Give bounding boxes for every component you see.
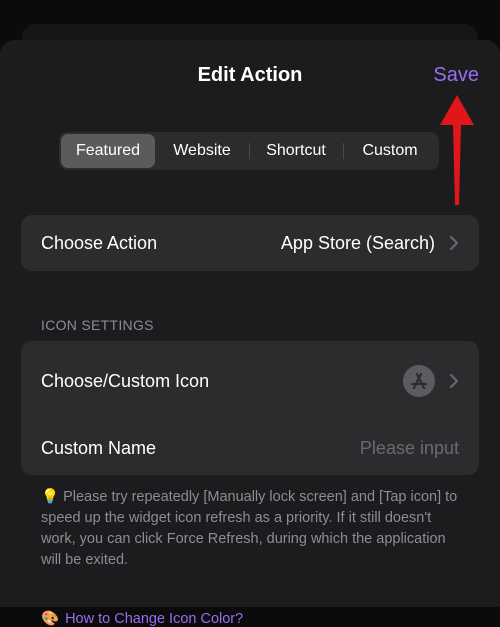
action-type-segmented-control: Featured Website Shortcut Custom <box>59 132 439 170</box>
lightbulb-icon: 💡 <box>41 489 60 505</box>
tab-website[interactable]: Website <box>155 134 249 168</box>
choose-icon-row[interactable]: Choose/Custom Icon <box>21 341 479 421</box>
refresh-tip-text: Please try repeatedly [Manually lock scr… <box>41 489 458 568</box>
save-button[interactable]: Save <box>433 64 479 87</box>
icon-settings-header: ICON SETTINGS <box>41 317 154 333</box>
tab-custom[interactable]: Custom <box>343 134 437 168</box>
custom-name-input[interactable]: Please input <box>360 438 459 459</box>
choose-action-row[interactable]: Choose Action App Store (Search) <box>21 215 479 271</box>
annotation-arrow-icon <box>440 95 474 205</box>
refresh-tip: 💡 Please try repeatedly [Manually lock s… <box>41 487 464 571</box>
tab-shortcut[interactable]: Shortcut <box>249 134 343 168</box>
choose-action-label: Choose Action <box>41 232 158 253</box>
edit-action-sheet: Edit Action Save Featured Website Shortc… <box>0 40 500 627</box>
choose-action-value: App Store (Search) <box>280 232 435 253</box>
choose-action-card: Choose Action App Store (Search) <box>21 215 479 271</box>
page-title: Edit Action <box>197 64 303 86</box>
change-icon-color-link-row: 🎨 How to Change Icon Color? <box>41 610 243 627</box>
app-store-icon <box>403 365 435 397</box>
palette-icon: 🎨 <box>41 611 60 627</box>
custom-name-label: Custom Name <box>41 437 157 458</box>
chevron-right-icon <box>450 236 458 250</box>
choose-icon-label: Choose/Custom Icon <box>41 370 210 391</box>
custom-name-row: Custom Name Please input <box>21 421 479 475</box>
icon-settings-card: Choose/Custom Icon Custom Name Please in… <box>21 341 479 475</box>
chevron-right-icon <box>450 374 458 388</box>
change-icon-color-link[interactable]: How to Change Icon Color? <box>65 611 243 627</box>
tab-featured[interactable]: Featured <box>61 134 155 168</box>
